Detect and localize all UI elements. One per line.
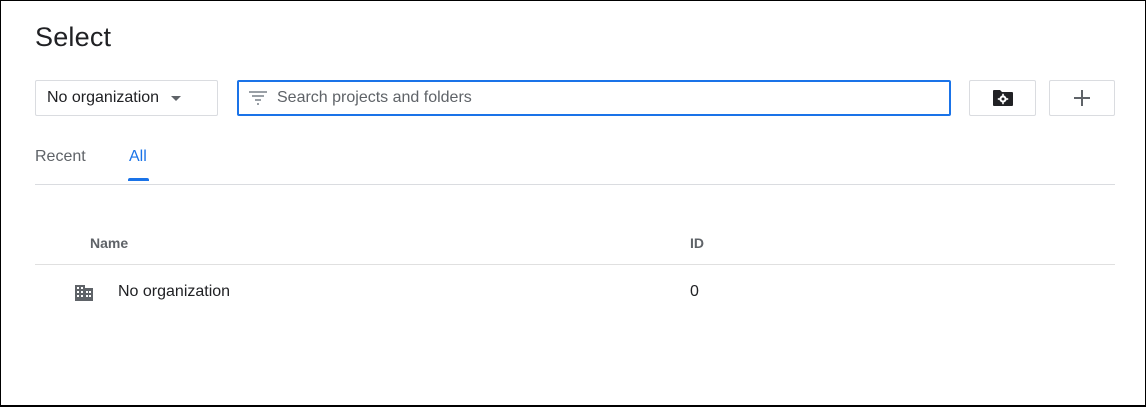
tab-recent[interactable]: Recent	[35, 148, 86, 166]
add-button[interactable]	[1049, 80, 1115, 116]
tab-all[interactable]: All	[128, 148, 149, 181]
search-input[interactable]	[277, 89, 949, 107]
column-header-id[interactable]: ID	[690, 235, 704, 251]
folder-settings-button[interactable]	[969, 80, 1036, 116]
table-header: Name ID	[35, 222, 1115, 265]
plus-icon	[1074, 90, 1090, 106]
cell-id: 0	[690, 283, 699, 300]
tab-bar: Recent All	[35, 140, 1115, 185]
filter-icon	[249, 91, 267, 105]
cell-name: No organization	[118, 283, 231, 300]
table-row[interactable]: No organization 0	[35, 265, 1115, 317]
dialog-title: Select	[35, 22, 112, 52]
column-header-name[interactable]: Name	[90, 235, 128, 251]
building-icon	[75, 285, 93, 301]
tab-all-label: All	[129, 148, 147, 165]
results-table: Name ID No organization 0	[35, 222, 1115, 317]
folder-settings-icon	[992, 90, 1013, 106]
chevron-down-icon	[171, 95, 182, 101]
organization-select-value: No organization	[47, 89, 160, 106]
dialog-frame	[0, 0, 1146, 407]
organization-select[interactable]: No organization	[35, 80, 218, 116]
search-box[interactable]	[237, 80, 951, 116]
active-tab-indicator	[128, 178, 149, 181]
tab-recent-label: Recent	[35, 148, 86, 165]
